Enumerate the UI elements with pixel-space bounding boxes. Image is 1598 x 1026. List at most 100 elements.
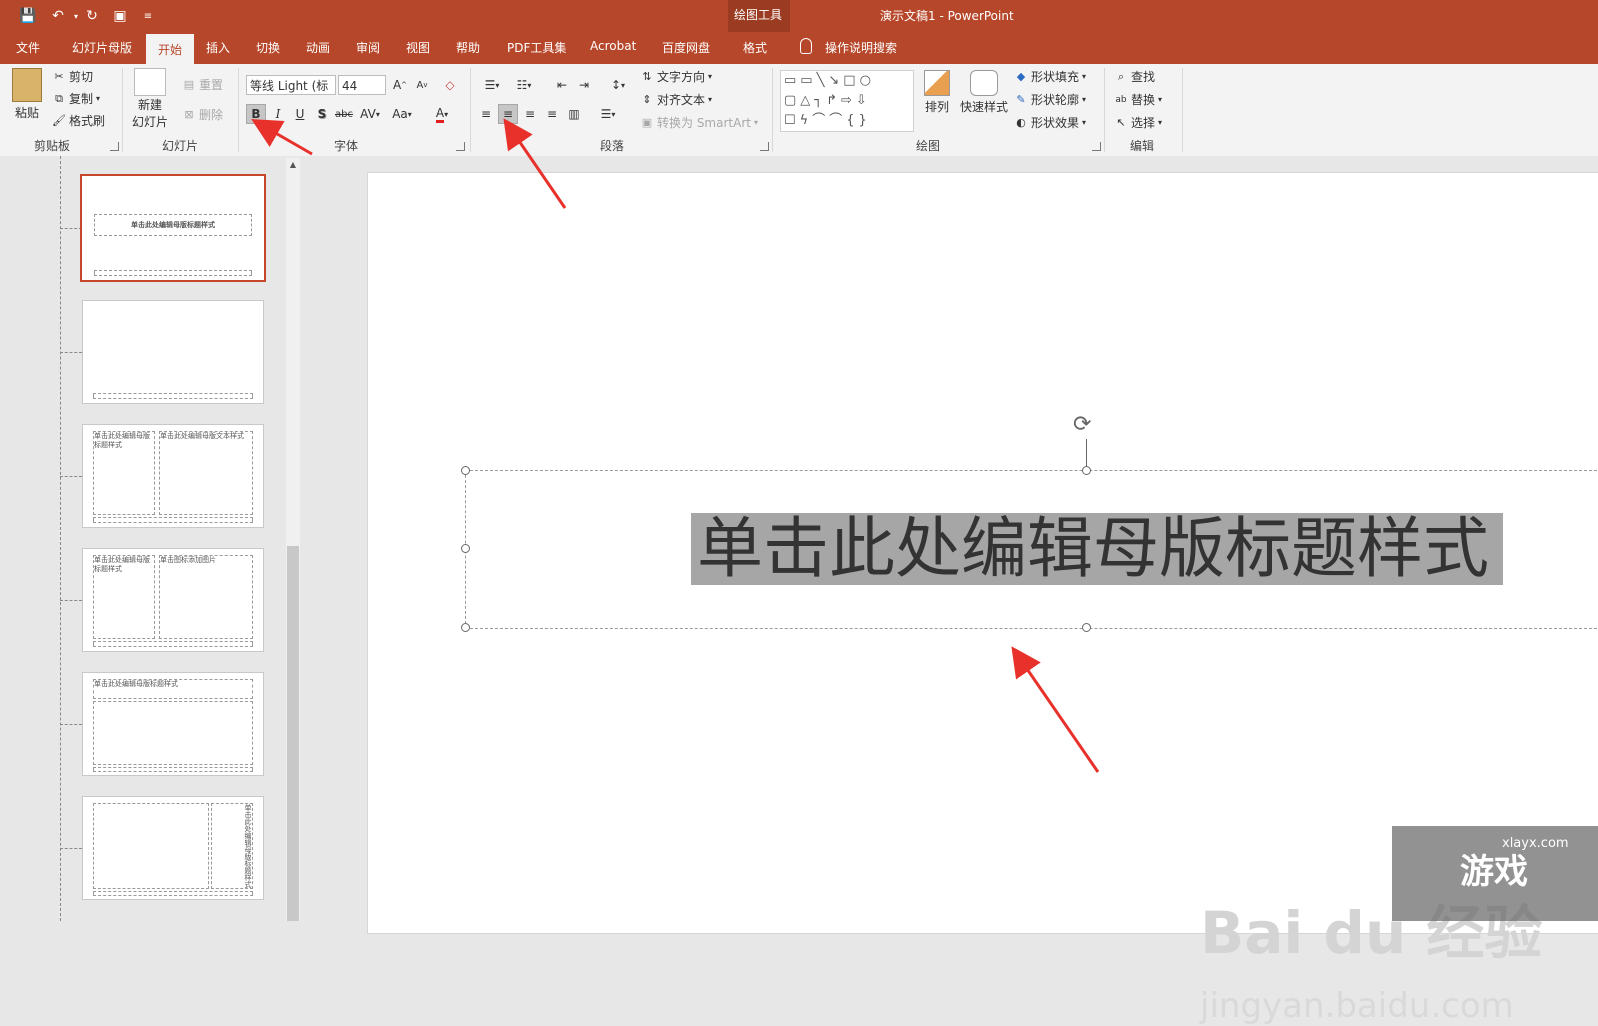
font-color-button[interactable]: A ▾	[428, 104, 456, 124]
arrange-button[interactable]: 排列	[924, 70, 950, 115]
title-placeholder-box[interactable]: 单击此处编辑母版标题样式	[461, 466, 1598, 632]
distributed-icon[interactable]: ▥	[564, 104, 584, 124]
strikethrough-button[interactable]: abc	[334, 104, 354, 124]
align-text-button[interactable]: ⇕ 对齐文本 ▾	[640, 91, 712, 108]
numbering-icon[interactable]: ☷ ▾	[510, 75, 538, 95]
tab-slide-master[interactable]: 幻灯片母版	[72, 39, 132, 56]
text-direction-button[interactable]: ⇅ 文字方向 ▾	[640, 68, 712, 85]
start-presentation-icon[interactable]: ▣	[110, 6, 130, 26]
tab-transitions[interactable]: 切换	[256, 39, 280, 56]
save-icon[interactable]: 💾	[18, 6, 38, 26]
brush-icon: 🖌	[52, 113, 66, 127]
replace-icon: ab	[1115, 94, 1127, 105]
bullets-icon[interactable]: ☰ ▾	[478, 75, 506, 95]
text-shadow-button[interactable]: S	[312, 104, 332, 124]
character-spacing-button[interactable]: AV ▾	[356, 104, 384, 124]
ribbon: 粘贴 ✂ 剪切 ⧉ 复制 ▾ 🖌 格式刷 剪贴板 新建 幻灯片 ▤ 重置 ⊠ 删除 幻灯片 …	[0, 64, 1598, 157]
new-slide-button[interactable]: 新建 幻灯片	[132, 68, 168, 130]
paragraph-launcher-icon[interactable]	[760, 142, 769, 151]
tab-acrobat[interactable]: Acrobat	[590, 39, 636, 53]
tab-view[interactable]: 视图	[406, 39, 430, 56]
group-label-slides: 幻灯片	[162, 139, 199, 153]
font-name-combo[interactable]: 等线 Light (标	[246, 75, 336, 95]
underline-button[interactable]: U	[290, 104, 310, 124]
scissors-icon: ✂	[54, 69, 64, 83]
thumbnail-layout-1[interactable]: 单击此处编辑母版标题样式	[80, 174, 266, 282]
find-button[interactable]: ⌕ 查找	[1114, 68, 1155, 85]
scroll-up-icon[interactable]: ▲	[286, 158, 300, 172]
clipboard-launcher-icon[interactable]	[110, 142, 119, 151]
shape-effects-icon: ◐	[1016, 115, 1026, 129]
undo-icon[interactable]: ↶	[48, 6, 68, 26]
font-size-combo[interactable]: 44	[338, 75, 386, 95]
bold-button[interactable]: B	[246, 104, 266, 124]
format-painter-button[interactable]: 🖌 格式刷	[52, 112, 105, 129]
cut-button[interactable]: ✂ 剪切	[52, 68, 93, 85]
reset-icon: ▤	[183, 77, 195, 91]
customize-qat-icon[interactable]: ≡	[138, 6, 158, 26]
justify-icon[interactable]: ≡	[542, 104, 562, 124]
pen-icon: ✎	[1016, 92, 1026, 106]
shapes-gallery[interactable]: ▭▭╲↘□○ ▢△┐↱⇨⇩ ☐ϟ⌒⌒{}	[780, 70, 914, 132]
text-direction-icon: ⇅	[642, 69, 652, 83]
tab-home[interactable]: 开始	[146, 34, 194, 64]
shape-effects-button[interactable]: ◐ 形状效果 ▾	[1014, 114, 1086, 131]
tell-me-search[interactable]: 操作说明搜索	[825, 39, 897, 56]
convert-smartart-button[interactable]: ▣ 转换为 SmartArt ▾	[640, 114, 758, 131]
resize-handle[interactable]	[461, 544, 470, 553]
watermark-badge: xlayx.com 游戏	[1392, 826, 1598, 921]
shrink-font-icon[interactable]: Av	[412, 75, 432, 95]
paste-icon	[12, 68, 42, 102]
tab-animations[interactable]: 动画	[306, 39, 330, 56]
delete-button[interactable]: ⊠ 删除	[182, 106, 223, 123]
line-spacing-icon[interactable]: ↕ ▾	[604, 75, 632, 95]
window-title: 演示文稿1 - PowerPoint	[880, 9, 1014, 23]
thumbnail-layout-3[interactable]: 单击此处编辑母版标题样式 单击此处编辑母版文本样式	[82, 424, 264, 528]
copy-button[interactable]: ⧉ 复制 ▾	[52, 90, 100, 107]
resize-handle[interactable]	[461, 623, 470, 632]
thumbnail-layout-4[interactable]: 单击此处编辑母版标题样式 单击图标添加图片	[82, 548, 264, 652]
tab-pdf-tools[interactable]: PDF工具集	[507, 39, 566, 56]
thumbnail-title: 单击此处编辑母版标题样式	[94, 214, 252, 236]
thumbnail-layout-2[interactable]	[82, 300, 264, 404]
drawing-launcher-icon[interactable]	[1092, 142, 1101, 151]
resize-handle[interactable]	[461, 466, 470, 475]
align-center-icon[interactable]: ≡	[498, 104, 518, 124]
select-button[interactable]: ↖ 选择 ▾	[1114, 114, 1162, 131]
group-label-drawing: 绘图	[916, 139, 941, 153]
cursor-icon: ↖	[1116, 115, 1126, 129]
tab-baidu-netdisk[interactable]: 百度网盘	[662, 39, 710, 56]
redo-icon[interactable]: ↻	[82, 6, 102, 26]
tab-insert[interactable]: 插入	[206, 39, 230, 56]
resize-handle[interactable]	[1082, 623, 1091, 632]
group-label-editing: 编辑	[1130, 139, 1155, 153]
resize-handle[interactable]	[1082, 466, 1091, 475]
italic-button[interactable]: I	[268, 104, 288, 124]
thumbnail-layout-6[interactable]: 单击此处编辑母版标题样式	[82, 796, 264, 900]
tab-help[interactable]: 帮助	[456, 39, 480, 56]
title-placeholder-text[interactable]: 单击此处编辑母版标题样式	[691, 513, 1503, 585]
replace-button[interactable]: ab 替换 ▾	[1114, 91, 1162, 108]
quick-styles-button[interactable]: 快速样式	[960, 70, 1008, 115]
paste-button[interactable]: 粘贴	[12, 68, 42, 121]
decrease-indent-icon[interactable]: ⇤	[552, 75, 572, 95]
tab-review[interactable]: 审阅	[356, 39, 380, 56]
increase-indent-icon[interactable]: ⇥	[574, 75, 594, 95]
columns-icon[interactable]: ☰ ▾	[594, 104, 622, 124]
new-slide-icon	[134, 68, 166, 96]
font-launcher-icon[interactable]	[456, 142, 465, 151]
tab-format[interactable]: 格式	[743, 39, 767, 56]
thumbnail-layout-5[interactable]: 单击此处编辑母版标题样式	[82, 672, 264, 776]
grow-font-icon[interactable]: A ^	[390, 75, 410, 95]
align-left-icon[interactable]: ≡	[476, 104, 496, 124]
tab-file[interactable]: 文件	[16, 39, 40, 56]
clear-formatting-icon[interactable]: ◇	[440, 75, 460, 95]
paint-bucket-icon: ◆	[1016, 69, 1026, 83]
rotate-handle-icon[interactable]: ⟳	[1073, 412, 1091, 437]
change-case-button[interactable]: Aa ▾	[388, 104, 416, 124]
scrollbar-thumb[interactable]	[287, 546, 299, 921]
shape-fill-button[interactable]: ◆ 形状填充 ▾	[1014, 68, 1086, 85]
shape-outline-button[interactable]: ✎ 形状轮廓 ▾	[1014, 91, 1086, 108]
align-right-icon[interactable]: ≡	[520, 104, 540, 124]
reset-button[interactable]: ▤ 重置	[182, 76, 223, 93]
